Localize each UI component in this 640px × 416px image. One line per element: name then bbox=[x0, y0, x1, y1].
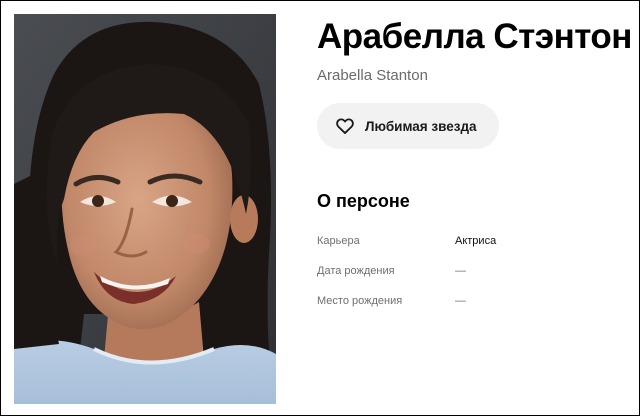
person-info: Арабелла Стэнтон Arabella Stanton Любима… bbox=[317, 14, 635, 316]
favorite-star-label: Любимая звезда bbox=[365, 118, 477, 134]
info-value-birth-place: — bbox=[455, 295, 466, 307]
person-photo bbox=[14, 14, 276, 404]
info-value-career[interactable]: Актриса bbox=[455, 235, 496, 247]
info-key: Место рождения bbox=[317, 295, 403, 307]
favorite-star-button[interactable]: Любимая звезда bbox=[317, 103, 499, 149]
info-row-birth-date: Дата рождения — bbox=[317, 256, 635, 286]
heart-icon bbox=[335, 116, 355, 136]
person-original-name: Arabella Stanton bbox=[317, 67, 428, 84]
info-row-birth-place: Место рождения — bbox=[317, 286, 635, 316]
info-value-birth-date: — bbox=[455, 265, 466, 277]
portrait-image bbox=[14, 14, 276, 404]
info-key: Карьера bbox=[317, 235, 360, 247]
info-key: Дата рождения bbox=[317, 265, 395, 277]
page-frame: Арабелла Стэнтон Arabella Stanton Любима… bbox=[0, 0, 640, 416]
person-name: Арабелла Стэнтон bbox=[317, 17, 632, 56]
info-row-career: Карьера Актриса bbox=[317, 226, 635, 256]
about-info-list: Карьера Актриса Дата рождения — Место ро… bbox=[317, 226, 635, 316]
about-section-title: О персоне bbox=[317, 191, 410, 211]
